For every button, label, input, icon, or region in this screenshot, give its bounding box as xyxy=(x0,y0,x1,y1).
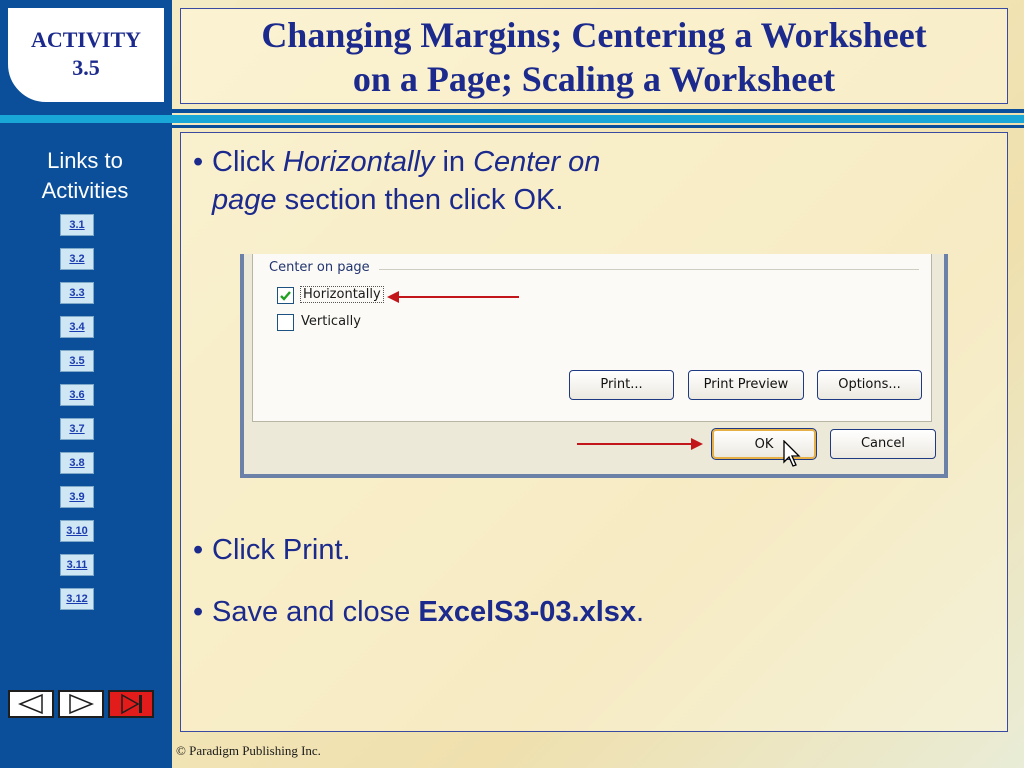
arrow-to-horizontally xyxy=(387,291,519,303)
arrowhead-left-icon xyxy=(387,291,399,303)
group-divider xyxy=(379,269,919,270)
link-activity-3-12[interactable]: 3.12 xyxy=(60,588,94,610)
title-line-2: on a Page; Scaling a Worksheet xyxy=(352,59,836,99)
header-stripes xyxy=(0,109,1024,129)
link-activity-3-7[interactable]: 3.7 xyxy=(60,418,94,440)
bullet-click-horizontally: • Click Horizontally in Center on page s… xyxy=(193,143,600,219)
content-panel: • Click Horizontally in Center on page s… xyxy=(180,132,1008,732)
title-line-1: Changing Margins; Centering a Worksheet xyxy=(261,15,927,55)
end-show-button[interactable] xyxy=(108,690,154,718)
options-button[interactable]: Options... xyxy=(817,370,922,400)
next-slide-button[interactable] xyxy=(58,690,104,718)
link-activity-3-3[interactable]: 3.3 xyxy=(60,282,94,304)
link-activity-3-2[interactable]: 3.2 xyxy=(60,248,94,270)
horizontally-label: Horizontally xyxy=(300,286,384,303)
bullet-click-print: • Click Print. xyxy=(193,531,351,569)
link-activity-3-4[interactable]: 3.4 xyxy=(60,316,94,338)
copyright-footer: © Paradigm Publishing Inc. xyxy=(176,743,321,758)
filename: ExcelS3-03.xlsx xyxy=(418,596,637,628)
link-activity-3-1[interactable]: 3.1 xyxy=(60,214,94,236)
print-preview-button[interactable]: Print Preview xyxy=(688,370,804,400)
link-activity-3-6[interactable]: 3.6 xyxy=(60,384,94,406)
checkmark-icon xyxy=(280,291,291,301)
center-on-page-label: Center on page xyxy=(269,260,370,275)
activity-number: 3.5 xyxy=(72,55,100,80)
vertically-label: Vertically xyxy=(301,314,361,329)
vertically-checkbox[interactable] xyxy=(277,314,294,331)
link-activity-3-8[interactable]: 3.8 xyxy=(60,452,94,474)
triangle-right-icon xyxy=(69,693,94,715)
emph-center-on: Center on xyxy=(473,146,601,178)
bullet-save-close: • Save and close ExcelS3-03.xlsx. xyxy=(193,593,644,631)
cancel-button[interactable]: Cancel xyxy=(830,429,936,459)
bullet-dot: • xyxy=(193,596,204,628)
emph-horizontally: Horizontally xyxy=(282,146,435,178)
activity-badge: ACTIVITY 3.5 xyxy=(6,6,166,104)
mouse-cursor-icon xyxy=(783,440,801,467)
triangle-left-icon xyxy=(18,693,43,715)
links-heading-line-2: Activities xyxy=(41,178,129,203)
bullet-dot: • xyxy=(193,146,204,178)
link-activity-3-9[interactable]: 3.9 xyxy=(60,486,94,508)
slide-title: Changing Margins; Centering a Worksheet … xyxy=(180,8,1008,104)
skip-to-end-icon xyxy=(121,693,142,715)
bullet-dot: • xyxy=(193,534,204,566)
previous-slide-button[interactable] xyxy=(8,690,54,718)
arrowhead-right-icon xyxy=(691,438,703,450)
activity-links: 3.1 3.2 3.3 3.4 3.5 3.6 3.7 3.8 3.9 3.10… xyxy=(60,214,94,622)
horizontally-checkbox[interactable] xyxy=(277,287,294,304)
print-button[interactable]: Print... xyxy=(569,370,674,400)
link-activity-3-5[interactable]: 3.5 xyxy=(60,350,94,372)
links-heading: Links to Activities xyxy=(0,146,170,206)
link-activity-3-10[interactable]: 3.10 xyxy=(60,520,94,542)
arrow-to-ok xyxy=(577,438,703,450)
links-heading-line-1: Links to xyxy=(47,148,123,173)
emph-page: page xyxy=(212,184,277,216)
activity-label: ACTIVITY xyxy=(30,27,142,52)
center-on-page-panel: Center on page Horizontally Vertically P… xyxy=(252,254,932,422)
link-activity-3-11[interactable]: 3.11 xyxy=(60,554,94,576)
